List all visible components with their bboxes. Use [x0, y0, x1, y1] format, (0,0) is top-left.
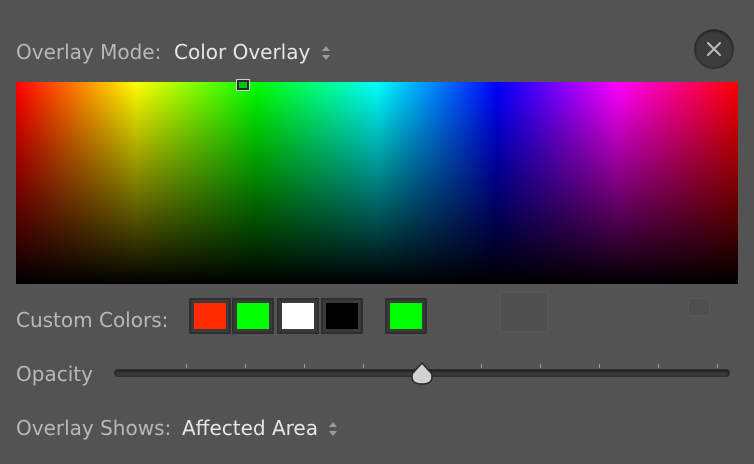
- updown-arrows-icon[interactable]: [328, 420, 338, 438]
- overlay-shows-select[interactable]: Affected Area: [182, 416, 318, 440]
- custom-color-swatch-4[interactable]: [321, 298, 363, 334]
- custom-color-swatch-2[interactable]: [232, 298, 274, 334]
- swatch-fill: [282, 303, 314, 329]
- custom-colors-label: Custom Colors:: [16, 308, 169, 332]
- ghost-icon: [688, 298, 710, 316]
- custom-color-swatch-1[interactable]: [189, 298, 231, 334]
- slider-tick: [363, 364, 364, 368]
- opacity-label: Opacity: [16, 362, 93, 386]
- slider-tick: [658, 364, 659, 368]
- close-button[interactable]: [695, 30, 733, 68]
- updown-arrows-icon[interactable]: [321, 44, 331, 62]
- custom-color-swatch-3[interactable]: [277, 298, 319, 334]
- slider-tick: [717, 364, 718, 368]
- slider-tick: [304, 364, 305, 368]
- swatch-fill: [237, 303, 269, 329]
- swatch-fill: [194, 303, 226, 329]
- close-icon: [707, 42, 721, 56]
- overlay-settings-panel: Overlay Mode: Color Overlay Custom Color…: [0, 0, 754, 464]
- slider-tick: [599, 364, 600, 368]
- overlay-mode-label: Overlay Mode:: [16, 40, 162, 64]
- ghost-box: [500, 292, 548, 332]
- color-spectrum-picker[interactable]: [16, 82, 738, 284]
- overlay-mode-select[interactable]: Color Overlay: [174, 40, 310, 64]
- overlay-shows-label: Overlay Shows:: [16, 416, 172, 440]
- slider-tick: [245, 364, 246, 368]
- current-color-swatch[interactable]: [385, 298, 427, 334]
- swatch-fill: [326, 303, 358, 329]
- spectrum-selection-marker[interactable]: [237, 80, 249, 90]
- slider-tick: [186, 364, 187, 368]
- current-color-fill: [390, 303, 422, 329]
- slider-tick: [481, 364, 482, 368]
- slider-tick: [540, 364, 541, 368]
- slider-thumb-icon[interactable]: [410, 362, 434, 386]
